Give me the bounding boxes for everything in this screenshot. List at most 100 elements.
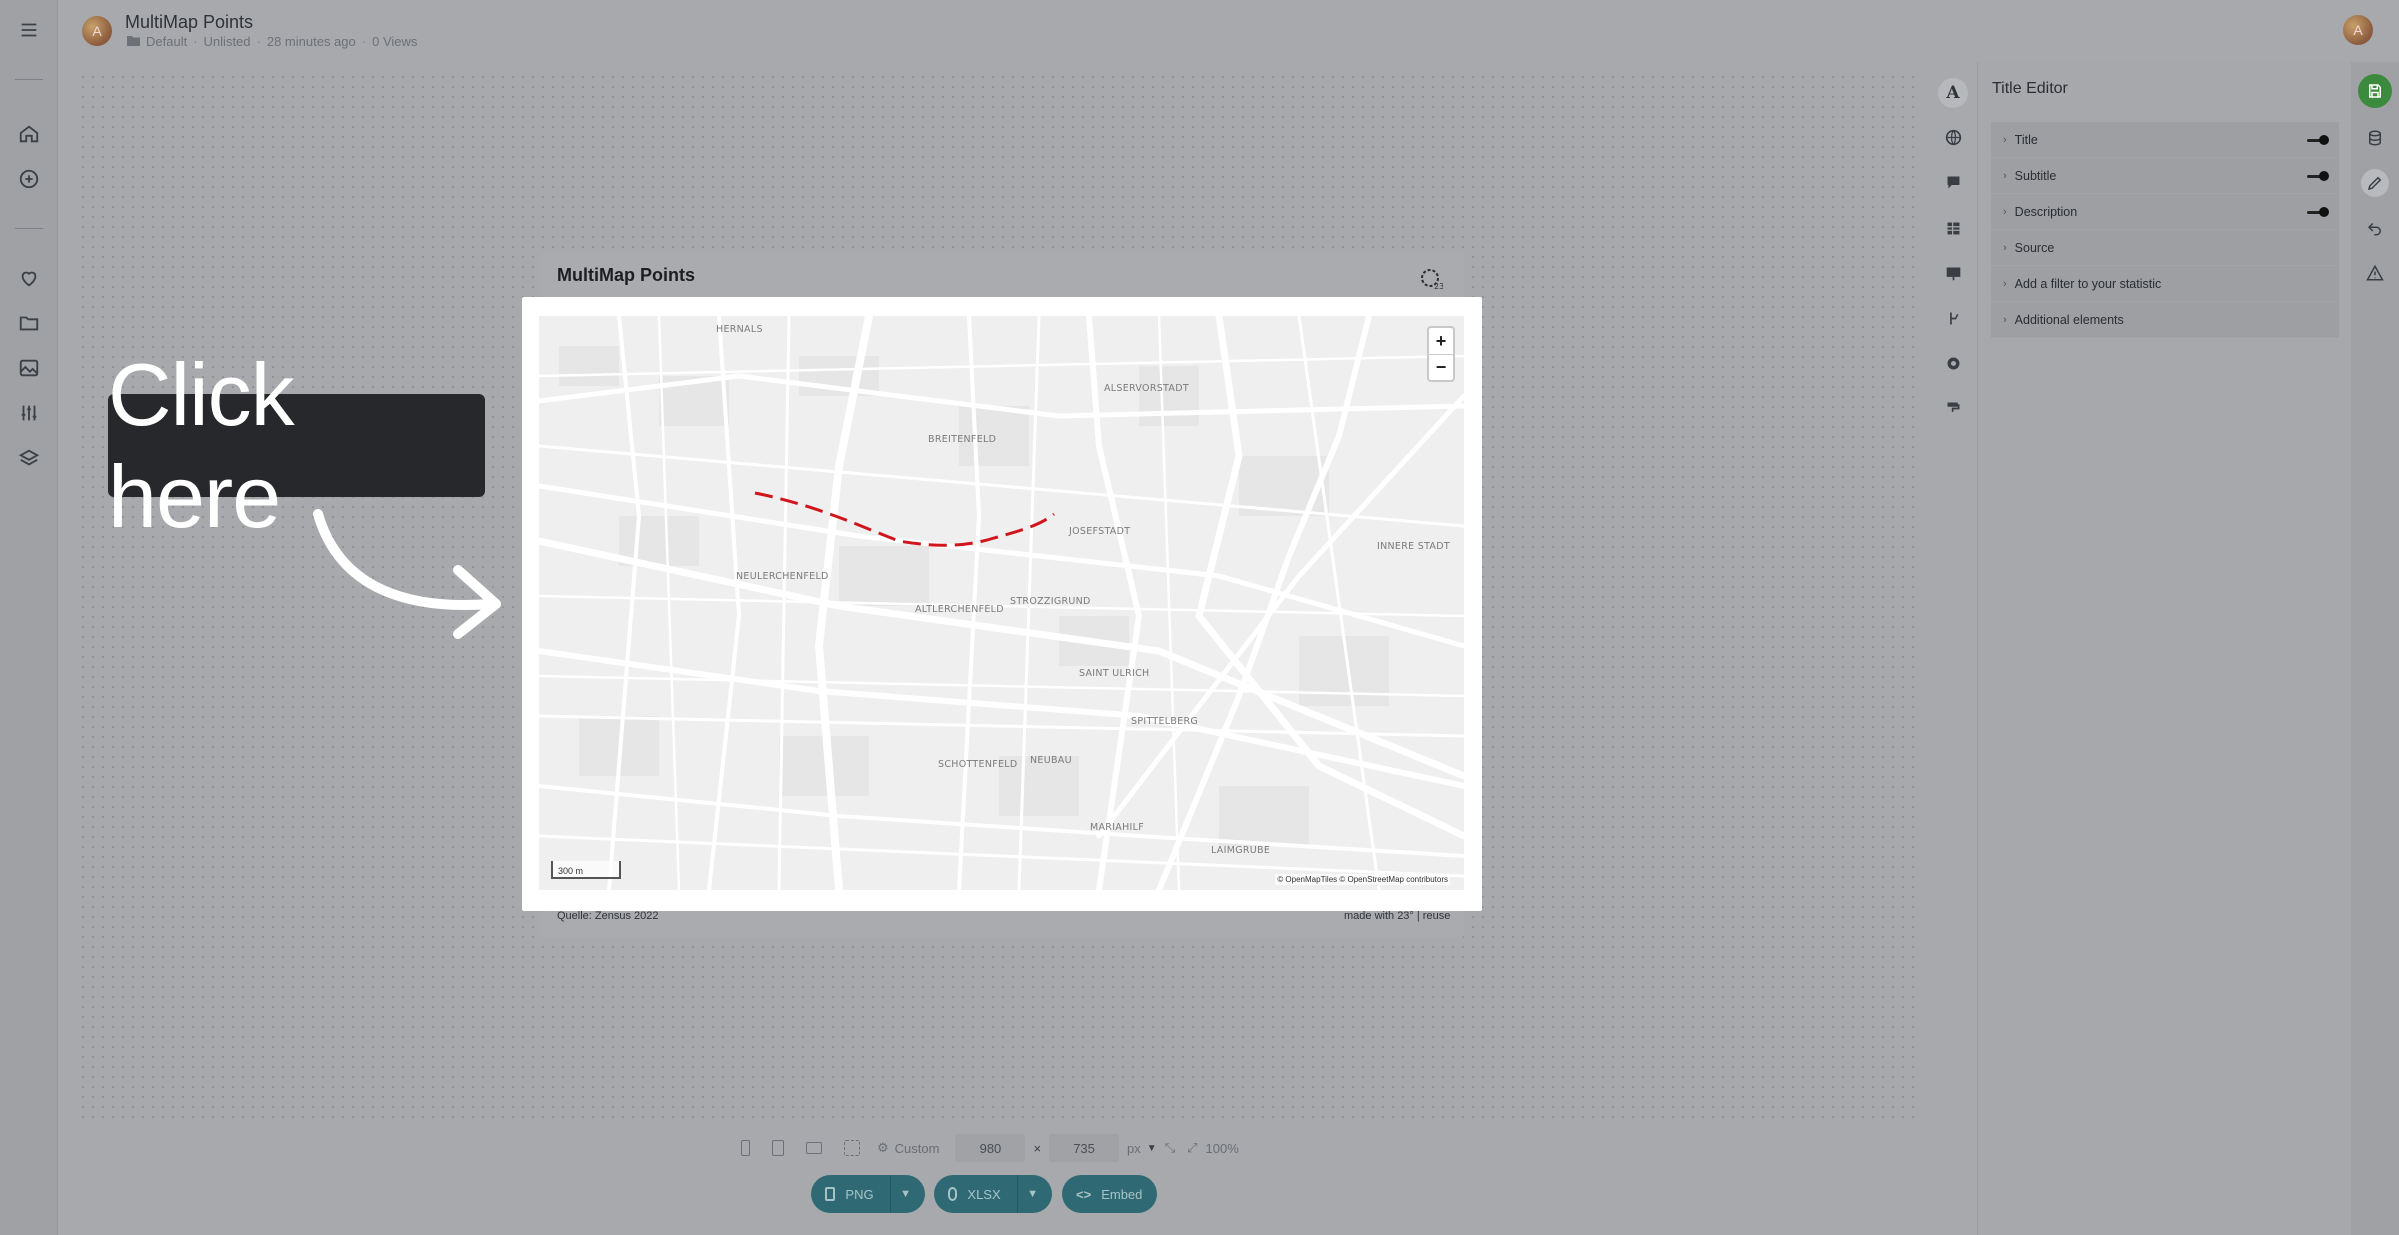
zoom-in-button[interactable]: + (1429, 328, 1453, 354)
visibility-status[interactable]: Unlisted (204, 34, 251, 49)
presentation-icon[interactable] (1938, 258, 1968, 288)
callout-arrow-icon (313, 509, 501, 639)
chevron-right-icon: › (2003, 313, 2007, 326)
section-label: Add a filter to your statistic (2014, 276, 2162, 291)
undo-icon[interactable] (2361, 214, 2389, 242)
district-strozzigrund: STROZZIGRUND (1010, 596, 1091, 607)
chevron-down-icon[interactable]: ▼ (900, 1188, 911, 1200)
text-tool-icon[interactable]: A (1938, 78, 1968, 108)
save-icon[interactable] (2358, 74, 2392, 108)
menu-icon[interactable] (15, 16, 43, 44)
sliders-icon[interactable] (15, 399, 43, 427)
section-label: Source (2014, 240, 2055, 255)
meta-separator: · (193, 34, 198, 49)
image-icon[interactable] (15, 354, 43, 382)
embed-label: Embed (1101, 1186, 1143, 1202)
export-xlsx-button[interactable]: XLSX ▼ (934, 1175, 1052, 1213)
settings-icon[interactable] (1938, 348, 1968, 378)
user-avatar[interactable]: A (2343, 15, 2373, 45)
district-alservorstadt: ALSERVORSTADT (1104, 383, 1189, 394)
made-with-link[interactable]: made with 23° | reuse (1344, 910, 1450, 922)
document-title[interactable]: MultiMap Points (125, 12, 253, 33)
branch-icon[interactable] (1938, 303, 1968, 333)
chevron-right-icon: › (2003, 277, 2007, 290)
image-icon (825, 1187, 836, 1201)
zoom-out-button[interactable]: − (1429, 354, 1453, 380)
height-input[interactable]: 735 (1049, 1134, 1120, 1162)
zoom-fit-icon[interactable]: ⤢ (1187, 1140, 1197, 1156)
chevron-right-icon: › (2003, 133, 2007, 146)
chart-title[interactable]: MultiMap Points (557, 265, 695, 286)
map-view[interactable]: HERNALS ALSERVORSTADT BREITENFELD JOSEFS… (539, 316, 1464, 890)
section-source[interactable]: › Source (1991, 230, 2339, 266)
chevron-right-icon: › (2003, 241, 2007, 254)
district-neubau: NEUBAU (1030, 755, 1072, 766)
description-toggle[interactable] (2307, 206, 2329, 217)
view-count: 0 Views (372, 34, 418, 49)
home-icon[interactable] (15, 120, 43, 148)
district-altlerchenfeld: ALTLERCHENFELD (915, 604, 1004, 615)
size-toolbar: ⚙ Custom 980 × 735 px ▼ ⤡ ⤢ 100% (730, 1134, 1239, 1162)
favorites-icon[interactable] (15, 264, 43, 292)
table-icon[interactable] (1938, 213, 1968, 243)
section-title[interactable]: › Title (1991, 122, 2339, 158)
globe-icon[interactable] (1938, 122, 1968, 152)
district-mariahilf: MARIAHILF (1090, 822, 1144, 833)
svg-text:23°: 23° (1434, 282, 1443, 291)
export-png-button[interactable]: PNG ▼ (811, 1175, 925, 1213)
title-toggle[interactable] (2307, 134, 2329, 145)
left-sidebar (0, 0, 58, 1235)
avatar-initial: A (2353, 22, 2363, 38)
meta-separator: · (361, 34, 367, 49)
chevron-down-icon[interactable]: ▼ (1027, 1188, 1038, 1200)
chevron-right-icon: › (2003, 205, 2007, 218)
layers-icon[interactable] (15, 444, 43, 472)
folder-icon[interactable] (15, 309, 43, 337)
add-icon[interactable] (15, 165, 43, 193)
database-icon[interactable] (2361, 124, 2389, 152)
laptop-size-icon[interactable] (806, 1142, 822, 1154)
fullscreen-icon[interactable] (844, 1140, 860, 1156)
button-divider (889, 1175, 891, 1213)
width-input[interactable]: 980 (955, 1134, 1026, 1162)
district-laimgrube: LAIMGRUBE (1211, 845, 1271, 856)
gear-icon[interactable]: ⚙ (877, 1140, 889, 1156)
text-tool-glyph: A (1946, 83, 1960, 103)
zoom-level[interactable]: 100% (1206, 1141, 1239, 1156)
section-label: Description (2014, 204, 2078, 219)
section-additional-elements[interactable]: › Additional elements (1991, 302, 2339, 338)
warning-icon[interactable] (2361, 259, 2389, 287)
embed-button[interactable]: <> Embed (1062, 1175, 1157, 1213)
section-add-filter[interactable]: › Add a filter to your statistic (1991, 266, 2339, 302)
paint-roller-icon[interactable] (1938, 393, 1968, 423)
section-label: Additional elements (2014, 312, 2124, 327)
mobile-size-icon[interactable] (741, 1140, 750, 1156)
edited-time: 28 minutes ago (266, 34, 356, 49)
comment-icon[interactable] (1938, 167, 1968, 197)
chevron-down-icon[interactable]: ▼ (1147, 1143, 1157, 1154)
export-png-label: PNG (845, 1186, 874, 1202)
size-preset[interactable]: Custom (895, 1141, 940, 1156)
subtitle-toggle[interactable] (2307, 170, 2329, 181)
edit-icon[interactable] (2361, 169, 2389, 197)
district-innere-stadt: INNERE STADT (1377, 541, 1450, 552)
logo-icon: 23° (1418, 266, 1444, 292)
export-xlsx-label: XLSX (967, 1186, 1001, 1202)
section-description[interactable]: › Description (1991, 194, 2339, 230)
section-label: Subtitle (2014, 168, 2057, 183)
folder-name[interactable]: Default (146, 34, 187, 49)
link-icon[interactable]: ⤡ (1165, 1140, 1175, 1156)
section-subtitle[interactable]: › Subtitle (1991, 158, 2339, 194)
tablet-size-icon[interactable] (772, 1140, 784, 1156)
district-breitenfeld: BREITENFELD (928, 434, 997, 445)
map-attribution[interactable]: © OpenMapTiles © OpenStreetMap contribut… (1275, 874, 1450, 885)
sidebar-divider (15, 228, 43, 229)
district-josefstadt: JOSEFSTADT (1069, 526, 1131, 537)
section-label: Title (2014, 132, 2038, 147)
panel-title: Title Editor (1992, 80, 2068, 97)
unit-select[interactable]: px (1127, 1141, 1141, 1156)
avatar-initial: A (92, 23, 102, 39)
editor-section-list: › Title › Subtitle › Description › Sourc… (1991, 122, 2339, 338)
sidebar-divider (15, 79, 43, 80)
avatar[interactable]: A (82, 16, 112, 46)
